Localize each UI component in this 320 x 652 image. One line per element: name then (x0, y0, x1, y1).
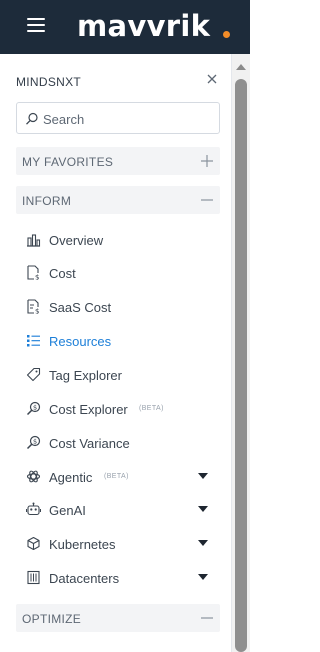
scroll-up-arrow-icon[interactable] (236, 64, 246, 70)
nav-item-label: Datacenters (49, 571, 120, 586)
chevron-down-icon[interactable] (198, 473, 208, 479)
nav-item-cost-explorer[interactable]: $ Cost Explorer (BETA) (16, 395, 220, 423)
logo: mavvrik (77, 9, 211, 43)
robot-icon (26, 502, 41, 516)
hamburger-menu-icon[interactable] (24, 15, 48, 37)
nav-item-resources[interactable]: Resources (16, 327, 220, 355)
nav-item-label: Tag Explorer (49, 368, 122, 383)
beta-badge: (BETA) (139, 405, 164, 412)
nav-item-label: Cost (49, 266, 76, 281)
beta-badge: (BETA) (104, 473, 129, 480)
close-icon[interactable] (205, 72, 219, 86)
tag-icon (26, 367, 41, 382)
nav-item-saas-cost[interactable]: $ SaaS Cost (16, 293, 220, 321)
search-icon (26, 112, 38, 125)
nav-item-kubernetes[interactable]: Kubernetes (16, 530, 220, 558)
nav-item-datacenters[interactable]: Datacenters (16, 564, 220, 592)
chevron-down-icon[interactable] (198, 540, 208, 546)
nav-item-label: Resources (49, 334, 112, 349)
nav-item-cost[interactable]: $ Cost (16, 259, 220, 287)
nav-item-label: SaaS Cost (49, 300, 112, 315)
section-my-favorites[interactable]: MY FAVORITES (16, 147, 220, 175)
navigation-panel: MINDSNXT MY FAVORITES INFORM Overview (0, 54, 232, 652)
resources-list-icon (27, 335, 40, 347)
nav-item-tag-explorer[interactable]: Tag Explorer (16, 361, 220, 389)
nav-item-overview[interactable]: Overview (16, 226, 220, 254)
search-box (16, 102, 220, 134)
cost-explorer-icon: $ (26, 401, 41, 416)
nav-item-label: GenAI (49, 503, 86, 518)
cube-icon (27, 536, 40, 551)
datacenter-icon (27, 570, 40, 585)
nav-item-label: Agentic (49, 470, 93, 485)
search-input[interactable] (43, 109, 213, 129)
section-label: MY FAVORITES (22, 155, 114, 169)
cost-variance-icon: $ (26, 435, 41, 450)
cost-sheet-icon: $ (27, 265, 39, 281)
saas-cost-icon: $ (27, 299, 39, 315)
nav-item-label: Kubernetes (49, 537, 116, 552)
section-optimize[interactable]: OPTIMIZE (16, 604, 220, 632)
nav-item-genai[interactable]: GenAI (16, 496, 220, 524)
bar-chart-icon (27, 234, 41, 247)
minus-icon[interactable] (200, 611, 214, 625)
section-label: INFORM (22, 194, 72, 208)
plus-icon[interactable] (200, 154, 214, 168)
top-bar: mavvrik (0, 0, 250, 54)
logo-accent-dot (223, 31, 230, 38)
svg-text:$: $ (33, 438, 37, 446)
org-name: MINDSNXT (16, 75, 82, 89)
svg-text:$: $ (35, 274, 39, 281)
scroll-thumb[interactable] (235, 79, 247, 652)
section-inform[interactable]: INFORM (16, 186, 220, 214)
svg-text:$: $ (33, 404, 37, 412)
chevron-down-icon[interactable] (198, 574, 208, 580)
section-label: OPTIMIZE (22, 612, 82, 626)
nav-item-label: Cost Variance (49, 436, 130, 451)
scrollbar[interactable] (232, 54, 250, 652)
svg-text:$: $ (35, 308, 39, 315)
nav-item-cost-variance[interactable]: $ Cost Variance (16, 429, 220, 457)
chevron-down-icon[interactable] (198, 506, 208, 512)
minus-icon[interactable] (200, 193, 214, 207)
nav-item-agentic[interactable]: Agentic (BETA) (16, 463, 220, 491)
agentic-icon (26, 470, 41, 483)
nav-item-label: Cost Explorer (49, 402, 128, 417)
nav-item-label: Overview (49, 233, 104, 248)
